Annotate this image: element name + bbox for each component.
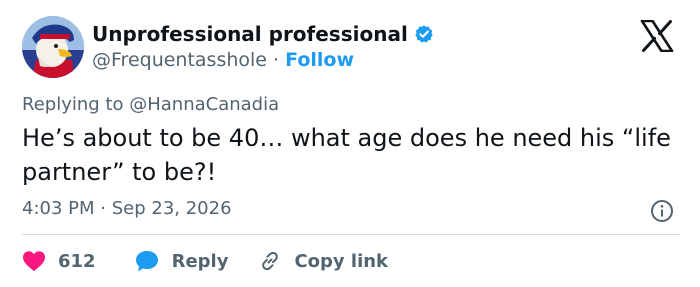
like-count: 612: [58, 250, 96, 272]
like-button[interactable]: 612: [22, 250, 96, 272]
avatar[interactable]: [22, 16, 84, 78]
speech-bubble-icon: [135, 251, 158, 272]
replying-to-handle[interactable]: @HannaCanadia: [129, 94, 279, 115]
heart-icon: [23, 251, 45, 271]
display-name[interactable]: Unprofessional professional: [92, 22, 408, 46]
verified-badge-icon: [414, 24, 434, 44]
author-handle-row: @Frequentasshole · Follow: [92, 49, 354, 71]
author-handle[interactable]: @Frequentasshole: [92, 49, 267, 71]
follow-button[interactable]: Follow: [285, 49, 354, 71]
link-icon: [262, 251, 279, 271]
reply-button[interactable]: Reply: [134, 249, 229, 273]
eagle-avatar-icon: [22, 16, 84, 78]
x-logo-icon[interactable]: [640, 19, 674, 53]
tweet-time: 4:03 PM: [22, 198, 95, 219]
timestamp-separator: ·: [100, 198, 106, 219]
tweet-card: Unprofessional professional @Frequentass…: [0, 0, 700, 287]
replying-to-label: Replying to: [22, 94, 124, 115]
replying-to-line: Replying to @HannaCanadia: [22, 94, 279, 115]
tweet-actions: 612 Reply Copy link: [22, 248, 388, 274]
author-name-row: Unprofessional professional: [92, 22, 434, 46]
tweet-date: Sep 23, 2026: [111, 198, 232, 219]
copy-link-button[interactable]: Copy link: [258, 249, 388, 273]
reply-label: Reply: [171, 250, 229, 272]
tweet-timestamp[interactable]: 4:03 PM · Sep 23, 2026: [22, 198, 232, 219]
tweet-text: He’s about to be 40… what age does he ne…: [22, 124, 671, 186]
info-icon[interactable]: [650, 199, 674, 223]
copy-link-label: Copy link: [294, 250, 389, 272]
divider: [22, 234, 680, 235]
handle-separator: ·: [273, 49, 280, 71]
